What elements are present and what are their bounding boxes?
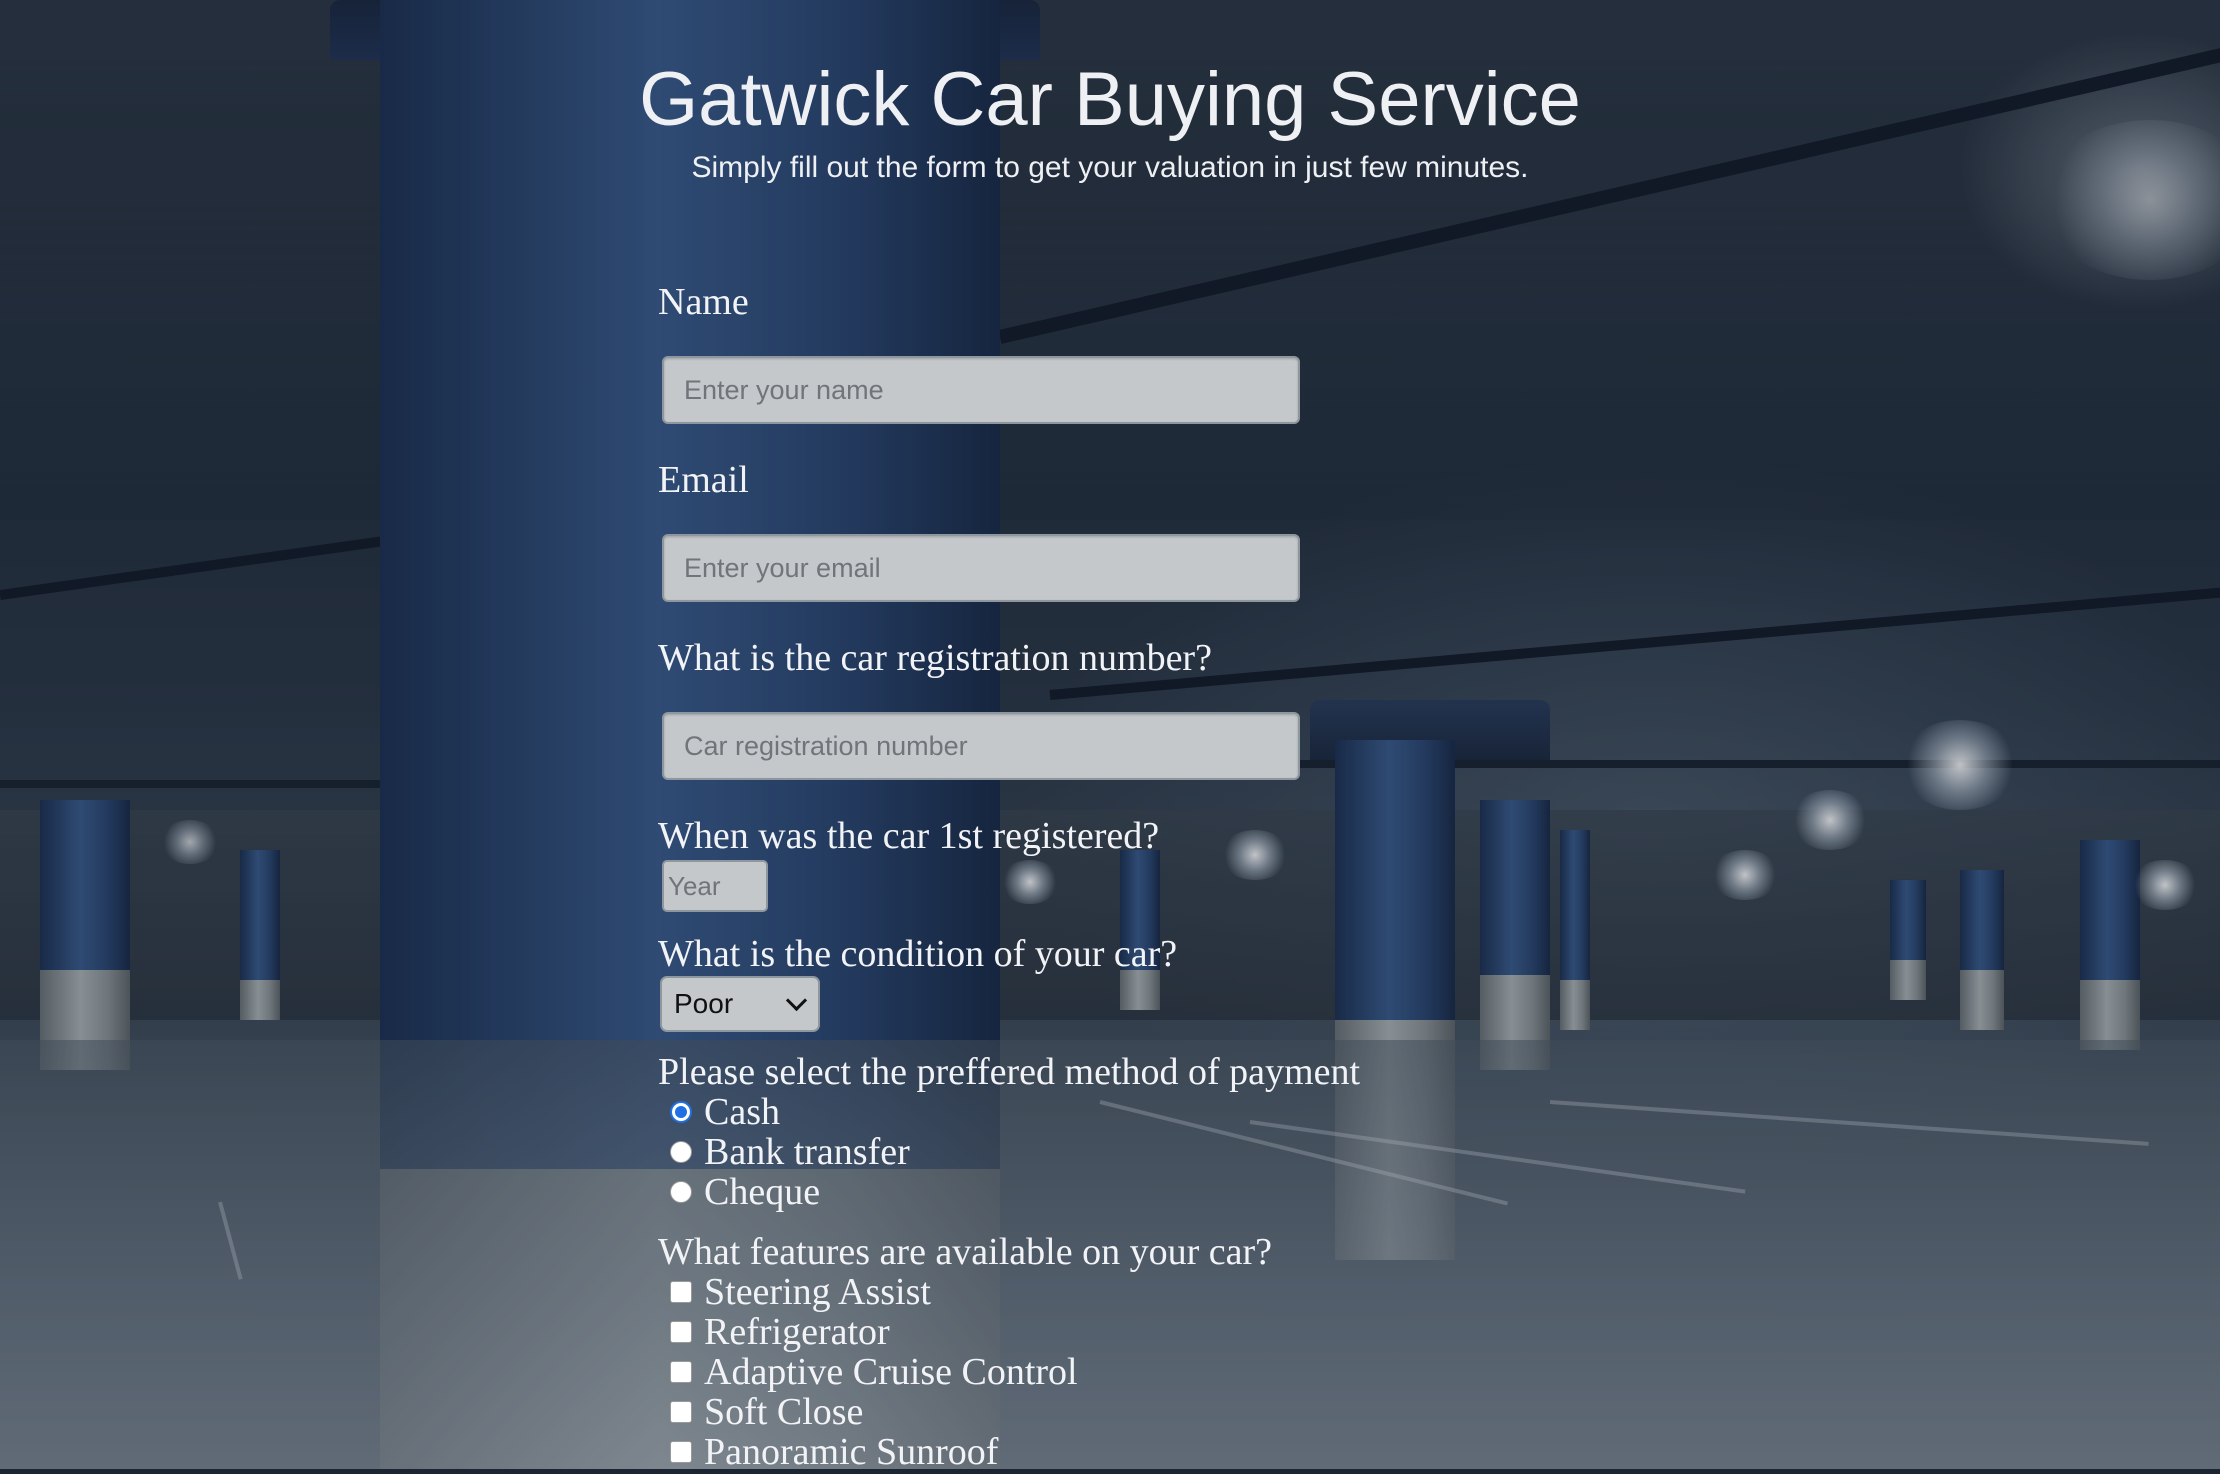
page-subtitle: Simply fill out the form to get your val… — [691, 151, 1529, 184]
payment-option-label: Cheque — [704, 1171, 821, 1213]
feature-option-refrigerator[interactable]: Refrigerator — [664, 1311, 890, 1353]
feature-option-label: Panoramic Sunroof — [704, 1431, 999, 1473]
radio-button[interactable] — [670, 1141, 692, 1163]
feature-option-adaptive-cruise-control[interactable]: Adaptive Cruise Control — [664, 1351, 1078, 1393]
checkbox[interactable] — [670, 1441, 692, 1463]
payment-option-bank-transfer[interactable]: Bank transfer — [664, 1131, 910, 1173]
condition-select[interactable]: Poor — [660, 976, 820, 1032]
checkbox[interactable] — [670, 1281, 692, 1303]
feature-option-panoramic-sunroof[interactable]: Panoramic Sunroof — [664, 1431, 999, 1473]
name-label: Name — [658, 281, 749, 323]
features-label: What features are available on your car? — [658, 1231, 1272, 1273]
checkbox[interactable] — [670, 1321, 692, 1343]
feature-option-label: Adaptive Cruise Control — [704, 1351, 1078, 1393]
chevron-down-icon — [785, 989, 808, 1012]
page-content: Gatwick Car Buying Service Simply fill o… — [0, 0, 2220, 1473]
page-header: Gatwick Car Buying Service Simply fill o… — [0, 52, 2220, 188]
email-label: Email — [658, 459, 749, 501]
feature-option-steering-assist[interactable]: Steering Assist — [664, 1271, 931, 1313]
first-registered-label: When was the car 1st registered? — [658, 815, 1160, 857]
payment-option-label: Bank transfer — [704, 1131, 910, 1173]
checkbox[interactable] — [670, 1401, 692, 1423]
payment-option-cash[interactable]: Cash — [664, 1091, 780, 1133]
condition-label: What is the condition of your car? — [658, 933, 1178, 975]
feature-option-label: Refrigerator — [704, 1311, 890, 1353]
feature-option-label: Steering Assist — [704, 1271, 931, 1313]
name-input[interactable] — [662, 356, 1300, 424]
email-input[interactable] — [662, 534, 1300, 602]
feature-option-soft-close[interactable]: Soft Close — [664, 1391, 864, 1433]
radio-button[interactable] — [670, 1181, 692, 1203]
radio-button-checked[interactable] — [670, 1101, 692, 1123]
page-title: Gatwick Car Buying Service — [639, 57, 1581, 142]
payment-option-label: Cash — [704, 1091, 780, 1133]
payment-option-cheque[interactable]: Cheque — [664, 1171, 821, 1213]
feature-option-label: Soft Close — [704, 1391, 864, 1433]
payment-label: Please select the preffered method of pa… — [658, 1051, 1361, 1093]
registration-input[interactable] — [662, 712, 1300, 780]
condition-selected-value: Poor — [674, 988, 734, 1019]
year-input[interactable] — [662, 860, 768, 912]
registration-label: What is the car registration number? — [658, 637, 1212, 679]
checkbox[interactable] — [670, 1361, 692, 1383]
